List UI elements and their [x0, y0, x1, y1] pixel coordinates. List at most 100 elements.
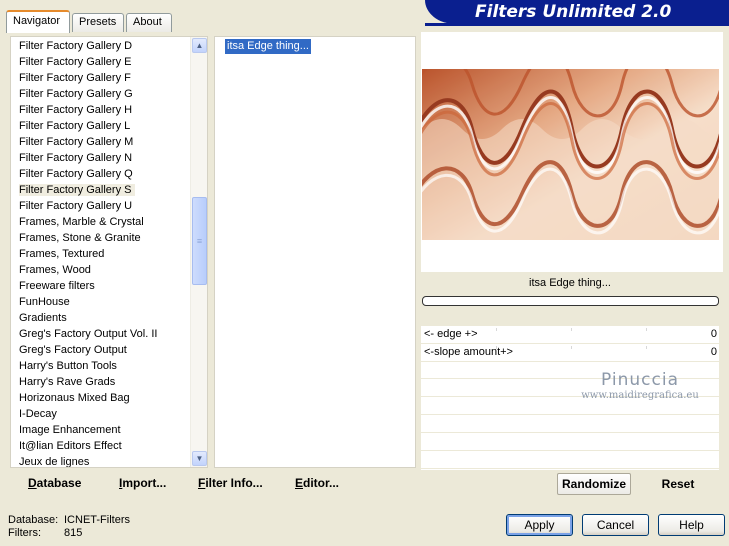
- help-button[interactable]: Help: [658, 514, 725, 536]
- slider-tick: [646, 328, 647, 331]
- category-item-label: Greg's Factory Output: [19, 344, 127, 356]
- category-item-label: Filter Factory Gallery G: [19, 88, 133, 100]
- category-item[interactable]: Frames, Textured: [11, 246, 192, 262]
- param-slope-value: 0: [710, 346, 717, 358]
- category-item-label: Greg's Factory Output Vol. II: [19, 328, 158, 340]
- param-empty-row: [421, 416, 719, 433]
- category-item-label: Frames, Marble & Crystal: [19, 216, 144, 228]
- category-item-label: Filter Factory Gallery F: [19, 72, 131, 84]
- category-item[interactable]: Gradients: [11, 310, 192, 326]
- category-item[interactable]: Filter Factory Gallery U: [11, 198, 192, 214]
- category-item[interactable]: Horizonaus Mixed Bag: [11, 390, 192, 406]
- watermark: Pinuccia www.maidiregrafica.eu: [575, 372, 705, 401]
- filters-label: Filters:: [8, 527, 41, 539]
- category-list[interactable]: Filter Factory Gallery D Filter Factory G…: [10, 36, 208, 468]
- filter-list[interactable]: itsa Edge thing...: [214, 36, 416, 468]
- param-edge[interactable]: <- edge +> 0: [421, 326, 719, 344]
- category-item[interactable]: Greg's Factory Output: [11, 342, 192, 358]
- randomize-button[interactable]: Randomize: [557, 473, 631, 495]
- param-edge-value: 0: [710, 328, 717, 340]
- scroll-down-arrow-icon[interactable]: ▼: [192, 451, 207, 466]
- category-item[interactable]: Jeux de lignes: [11, 454, 192, 468]
- category-item[interactable]: Filter Factory Gallery H: [11, 102, 192, 118]
- import-button[interactable]: Import...: [119, 476, 166, 490]
- category-item-label: Harry's Button Tools: [19, 360, 117, 372]
- category-item[interactable]: Filter Factory Gallery D: [11, 38, 192, 54]
- app-banner: Filters Unlimited 2.0: [425, 0, 729, 24]
- database-value: ICNET-Filters: [64, 514, 130, 526]
- category-item[interactable]: FunHouse: [11, 294, 192, 310]
- category-item[interactable]: Frames, Wood: [11, 262, 192, 278]
- category-item[interactable]: Filter Factory Gallery G: [11, 86, 192, 102]
- navigator-toolbar: Database Import... Filter Info... Editor…: [10, 470, 414, 496]
- category-item-label: Filter Factory Gallery U: [19, 200, 133, 212]
- category-item[interactable]: Image Enhancement: [11, 422, 192, 438]
- category-item[interactable]: Harry's Button Tools: [11, 358, 192, 374]
- cancel-button[interactable]: Cancel: [582, 514, 649, 536]
- slider-tick: [496, 346, 497, 349]
- category-item[interactable]: Freeware filters: [11, 278, 192, 294]
- scroll-up-arrow-icon[interactable]: ▲: [192, 38, 207, 53]
- category-item-label: Frames, Wood: [19, 264, 91, 276]
- category-item[interactable]: Filter Factory Gallery F: [11, 70, 192, 86]
- slider-tick: [646, 346, 647, 349]
- param-edge-label: <- edge +>: [424, 328, 478, 340]
- category-item-label: I-Decay: [19, 408, 57, 420]
- category-item[interactable]: Harry's Rave Grads: [11, 374, 192, 390]
- category-item[interactable]: Filter Factory Gallery Q: [11, 166, 192, 182]
- param-empty-row: [421, 452, 719, 469]
- category-item-label: Harry's Rave Grads: [19, 376, 116, 388]
- watermark-url: www.maidiregrafica.eu: [581, 390, 699, 401]
- category-item-label: Frames, Textured: [19, 248, 105, 260]
- scroll-thumb[interactable]: ≡: [192, 197, 207, 285]
- category-item-label: Image Enhancement: [19, 424, 121, 436]
- tab-presets[interactable]: Presets: [72, 13, 124, 32]
- filter-info-button[interactable]: Filter Info...: [198, 476, 263, 490]
- banner-title: Filters Unlimited 2.0: [475, 2, 672, 22]
- preview-image: [422, 69, 719, 240]
- category-item-label: Filter Factory Gallery L: [19, 120, 131, 132]
- param-empty-row: [421, 434, 719, 451]
- category-item-label: Filter Factory Gallery H: [19, 104, 133, 116]
- category-item-label: Filter Factory Gallery E: [19, 56, 132, 68]
- slider-tick: [571, 328, 572, 331]
- category-item-label: Filter Factory Gallery D: [19, 40, 133, 52]
- category-item[interactable]: Frames, Marble & Crystal: [11, 214, 192, 230]
- param-slope-label: <-slope amount+>: [424, 346, 513, 358]
- reset-button[interactable]: Reset: [650, 473, 706, 495]
- tab-navigator[interactable]: Navigator: [6, 10, 70, 33]
- category-item[interactable]: It@lian Editors Effect: [11, 438, 192, 454]
- editor-button[interactable]: Editor...: [295, 476, 339, 490]
- category-item-label: It@lian Editors Effect: [19, 440, 122, 452]
- category-item-label: Gradients: [19, 312, 67, 324]
- category-item-label: Filter Factory Gallery Q: [19, 168, 133, 180]
- watermark-name: Pinuccia: [601, 370, 679, 390]
- status-filters: Filters: 815: [8, 527, 82, 539]
- database-button[interactable]: Database: [28, 476, 81, 490]
- param-slope-amount[interactable]: <-slope amount+> 0: [421, 344, 719, 362]
- category-item[interactable]: Filter Factory Gallery E: [11, 54, 192, 70]
- category-item-label: FunHouse: [19, 296, 70, 308]
- category-item[interactable]: I-Decay: [11, 406, 192, 422]
- category-item-label: Freeware filters: [19, 280, 95, 292]
- category-item[interactable]: Filter Factory Gallery S: [11, 182, 192, 198]
- category-scrollbar[interactable]: ▲ ≡ ▼: [190, 37, 207, 467]
- progress-bar: [422, 296, 719, 306]
- category-item-label: Jeux de lignes: [19, 456, 90, 468]
- banner-underline: [425, 23, 729, 26]
- category-item-label: Filter Factory Gallery M: [19, 136, 134, 148]
- apply-button[interactable]: Apply: [506, 514, 573, 536]
- category-item[interactable]: Frames, Stone & Granite: [11, 230, 192, 246]
- category-item[interactable]: Filter Factory Gallery L: [11, 118, 192, 134]
- category-item[interactable]: Filter Factory Gallery M: [11, 134, 192, 150]
- filter-item-selected[interactable]: itsa Edge thing...: [225, 39, 311, 54]
- category-item[interactable]: Greg's Factory Output Vol. II: [11, 326, 192, 342]
- slider-tick: [496, 328, 497, 331]
- preview-pattern: [422, 69, 719, 240]
- category-items: Filter Factory Gallery D Filter Factory G…: [11, 38, 192, 468]
- database-label: Database:: [8, 514, 59, 526]
- tab-about[interactable]: About: [126, 13, 172, 32]
- category-item-label: Frames, Stone & Granite: [19, 232, 141, 244]
- category-item-label: Horizonaus Mixed Bag: [19, 392, 130, 404]
- category-item[interactable]: Filter Factory Gallery N: [11, 150, 192, 166]
